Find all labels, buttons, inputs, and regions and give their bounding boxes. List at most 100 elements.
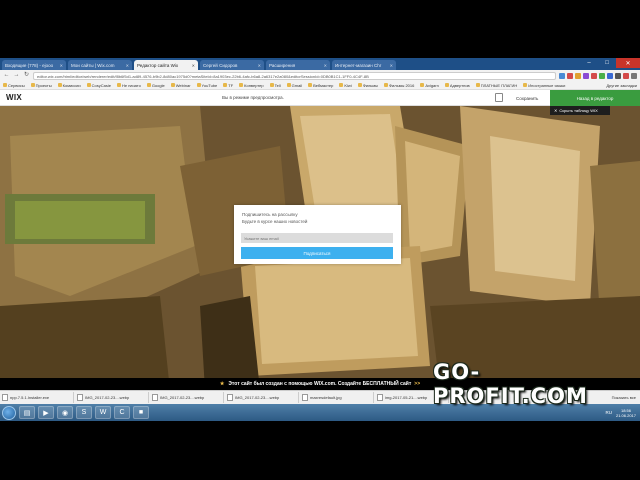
bookmark-item[interactable]: Tell xyxy=(269,82,281,88)
bookmarks-bar: Сервисы Проекты Комиссии CosyCasie Не начато… xyxy=(0,81,640,90)
bookmark-label: Avigarn xyxy=(425,82,439,88)
bookmark-label: Tell xyxy=(274,82,281,88)
language-indicator[interactable]: RU xyxy=(605,410,612,415)
minimize-icon[interactable]: – xyxy=(580,58,598,68)
download-item[interactable]: IMG_2017-02-23....webp xyxy=(152,392,224,403)
bookmark-item[interactable]: Avigarn xyxy=(420,83,439,88)
folder-icon xyxy=(86,83,91,87)
close-tab-icon[interactable]: ✕ xyxy=(60,63,63,68)
bookmark-item[interactable]: CosyCasie xyxy=(86,83,111,88)
star-icon: ★ xyxy=(219,381,225,387)
file-icon xyxy=(77,394,83,401)
folder-icon xyxy=(357,83,362,87)
url-field[interactable]: editor.wix.com/html/editor/web/renderer/… xyxy=(33,71,556,80)
extension-icon[interactable] xyxy=(607,72,613,79)
close-icon: ✕ xyxy=(554,108,558,113)
address-bar: ← → ↻ editor.wix.com/html/editor/web/ren… xyxy=(0,70,640,81)
download-item[interactable]: IMG_2017-02-23....webp xyxy=(77,392,149,403)
window-close-icon[interactable]: ✕ xyxy=(616,58,640,68)
clock-date: 21.06.2017 xyxy=(615,412,636,418)
bookmark-label: Адвертнов xyxy=(449,82,470,88)
close-tab-icon[interactable]: ✕ xyxy=(258,63,261,68)
folder-icon xyxy=(339,83,344,87)
maximize-icon[interactable]: □ xyxy=(598,58,616,68)
back-to-editor-button[interactable]: Назад в редактор xyxy=(550,90,640,106)
wix-logo: WIX xyxy=(6,93,23,102)
browser-tab[interactable]: Мои сайты | Wix.com ✕ xyxy=(68,60,132,70)
bookmark-item[interactable]: Вебмастер xyxy=(308,83,333,88)
word-icon[interactable]: W xyxy=(95,406,111,419)
app-icon[interactable]: ■ xyxy=(133,406,149,419)
email-field[interactable] xyxy=(241,233,393,243)
download-filename: img-2017-05-21....webp xyxy=(385,395,428,400)
other-bookmarks[interactable]: Другие закладки xyxy=(606,83,640,88)
bookmark-item[interactable]: YouTube xyxy=(196,83,217,88)
close-tab-icon[interactable]: ✕ xyxy=(324,63,327,68)
browser-tab[interactable]: Расширения ✕ xyxy=(266,60,330,70)
hide-wix-table-button[interactable]: ✕ Скрыть таблицу WIX xyxy=(550,106,610,115)
banner-arrows: >> xyxy=(414,381,421,387)
bookmark-item[interactable]: Webinar xyxy=(170,83,191,88)
explorer-icon[interactable]: ▤ xyxy=(19,406,35,419)
bookmark-item[interactable]: Google xyxy=(146,83,165,88)
chrome-icon[interactable]: ◉ xyxy=(57,406,73,419)
subscribe-button[interactable]: Подписаться xyxy=(241,247,393,259)
bookmark-item[interactable]: Комиссии xyxy=(57,83,81,88)
bookmark-item[interactable]: Адвертнов xyxy=(444,82,470,88)
bookmark-item[interactable]: Не начато xyxy=(117,83,141,88)
extension-icons xyxy=(559,72,637,79)
browser-tab[interactable]: Интернет-магазин Chr ✕ xyxy=(332,60,396,70)
clock[interactable]: 18:56 21.06.2017 xyxy=(616,408,636,418)
bookmark-item[interactable]: Иностранные языки xyxy=(523,83,565,88)
download-filename: IMG_2017-02-23....webp xyxy=(85,395,130,400)
folder-icon xyxy=(223,83,228,87)
popup-subheading: Будьте в курсе наших новостей xyxy=(242,218,308,224)
bookmark-item[interactable]: Фильмы xyxy=(357,83,378,88)
extension-icon[interactable] xyxy=(583,72,589,79)
bookmark-item[interactable]: Проекты xyxy=(30,82,52,88)
download-item[interactable]: npp.7.5.1.Installer.exe xyxy=(2,392,74,403)
extension-icon[interactable] xyxy=(591,72,597,79)
folder-icon xyxy=(196,83,201,87)
reload-icon[interactable]: ↻ xyxy=(23,72,30,79)
folder-icon xyxy=(146,83,151,87)
folder-icon xyxy=(269,83,274,87)
extension-icon[interactable] xyxy=(623,72,629,79)
browser-tab[interactable]: Входящие (778) - ejooo ✕ xyxy=(2,60,66,70)
mobile-view-icon[interactable] xyxy=(495,93,503,102)
download-filename: npp.7.5.1.Installer.exe xyxy=(10,395,50,400)
bookmark-item[interactable]: Kiwi xyxy=(339,83,352,88)
bookmark-item[interactable]: Сервисы xyxy=(3,83,25,88)
bookmark-item[interactable]: Gmail xyxy=(286,83,302,88)
extension-icon[interactable] xyxy=(559,72,565,79)
media-player-icon[interactable]: ▶ xyxy=(38,406,54,419)
download-item[interactable]: maxresdefault.jpg xyxy=(302,392,374,403)
close-tab-icon[interactable]: ✕ xyxy=(390,63,393,68)
skype-icon[interactable]: S xyxy=(76,406,92,419)
video-letterbox-top xyxy=(0,0,640,58)
bookmark-item[interactable]: Фильмы 2016 xyxy=(384,83,414,88)
extension-icon[interactable] xyxy=(599,72,605,79)
forward-arrow-icon[interactable]: → xyxy=(13,72,20,79)
start-button[interactable] xyxy=(2,405,16,420)
back-arrow-icon[interactable]: ← xyxy=(3,72,10,79)
save-button[interactable]: Сохранить xyxy=(512,94,542,103)
close-tab-icon[interactable]: ✕ xyxy=(126,63,129,68)
device-switch xyxy=(495,93,503,102)
bookmark-item[interactable]: Конвертер xyxy=(239,83,264,88)
menu-icon[interactable] xyxy=(631,72,637,79)
close-tab-icon[interactable]: ✕ xyxy=(192,63,195,68)
browser-tab-strip: Входящие (778) - ejooo ✕ Мои сайты | Wix.… xyxy=(0,58,640,70)
extension-icon[interactable] xyxy=(575,72,581,79)
bookmark-label: Проекты xyxy=(35,82,52,88)
extension-icon[interactable] xyxy=(615,72,621,79)
bookmark-label: TF xyxy=(228,82,234,88)
download-item[interactable]: IMG_2017-02-23....webp xyxy=(227,392,299,403)
browser-tab-active[interactable]: Редактор сайта Wix ✕ xyxy=(134,60,198,70)
bookmark-item[interactable]: ПЛАТНЫЕ ПЛАГИН xyxy=(475,83,517,88)
camtasia-icon[interactable]: C xyxy=(114,406,130,419)
extension-icon[interactable] xyxy=(567,72,573,79)
folder-icon xyxy=(523,83,528,87)
bookmark-item[interactable]: TF xyxy=(223,83,233,88)
browser-tab[interactable]: Сергей Сидоров ✕ xyxy=(200,60,264,70)
